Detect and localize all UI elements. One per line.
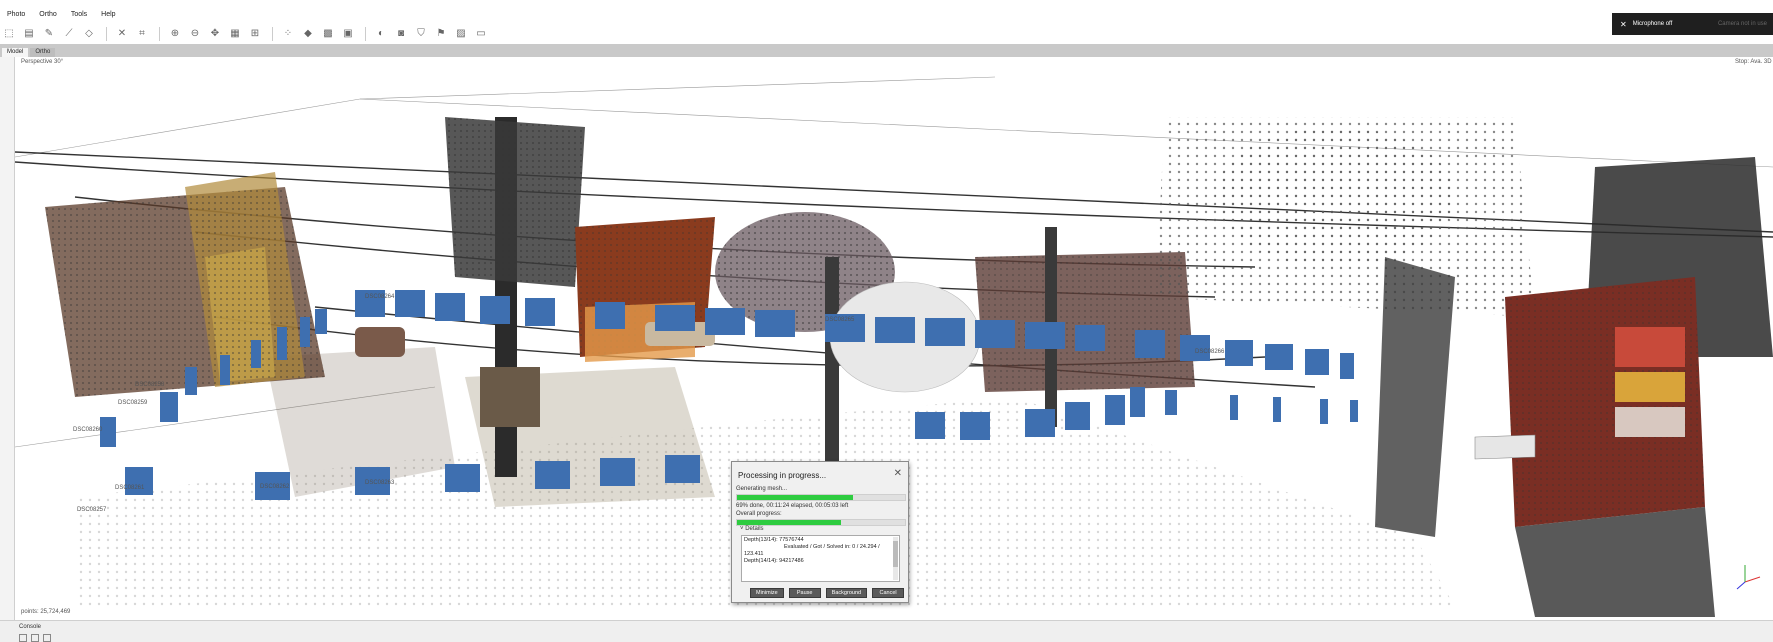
toolbar-separator <box>106 26 107 41</box>
axes-gizmo <box>1736 565 1761 590</box>
menu-tools[interactable]: Tools <box>64 11 94 18</box>
menu-help[interactable]: Help <box>94 11 122 18</box>
menu-ortho[interactable]: Ortho <box>32 11 64 18</box>
dialog-title: Processing in progress... <box>738 471 827 480</box>
camera-label: DSC08259 <box>118 400 148 406</box>
crop-icon[interactable]: ⌗ <box>133 25 151 43</box>
toolbar-separator <box>365 26 366 41</box>
task-status: 69% done, 00:11:24 elapsed, 00:05:03 lef… <box>736 503 849 509</box>
select-icon[interactable]: ⬚ <box>0 25 18 43</box>
camera-label: DSC08261 <box>115 485 145 491</box>
view-tabs: Model Ortho <box>0 44 1773 57</box>
tab-model[interactable]: Model <box>2 48 29 57</box>
delete-icon[interactable]: ✕ <box>113 25 131 43</box>
left-buildings <box>45 172 325 397</box>
pause-button[interactable]: Pause <box>788 588 821 598</box>
grid-icon[interactable]: ⊞ <box>246 25 264 43</box>
camera-label: DSC08264 <box>365 294 395 300</box>
left-panel <box>0 57 15 620</box>
camera-label: DSC08265 <box>825 317 855 323</box>
mesh-icon[interactable]: ◆ <box>299 25 317 43</box>
processing-dialog: Processing in progress... ✕ Generating m… <box>731 461 909 603</box>
pawn-shop-building <box>1474 277 1715 617</box>
markers-icon[interactable]: ⚑ <box>432 25 450 43</box>
open-project-icon[interactable]: ▤ <box>20 25 38 43</box>
details-log[interactable]: Depth(13/14): 77576744 Evaluated / Got /… <box>741 535 900 582</box>
shading-icon[interactable]: ◐ <box>372 25 390 43</box>
chevron-down-icon: ˅ <box>740 526 744 532</box>
task-progress-bar <box>736 494 906 501</box>
details-toggle[interactable]: ˅ Details <box>740 526 764 532</box>
toolbar-separator <box>272 26 273 41</box>
move-icon[interactable]: ✥ <box>206 25 224 43</box>
image-icon[interactable]: ▨ <box>452 25 470 43</box>
log-line: Depth(13/14): 77576744 <box>744 537 804 543</box>
close-icon[interactable]: ✕ <box>894 468 902 479</box>
camera-icon[interactable]: ◙ <box>392 25 410 43</box>
camera-label: DSC08260 <box>73 427 103 433</box>
navigation-icon[interactable]: ▦ <box>226 25 244 43</box>
task-label: Generating mesh... <box>736 486 788 492</box>
camera-label: DSC08263 <box>365 480 395 486</box>
toolbar-separator <box>159 26 160 41</box>
point-cloud-icon[interactable]: ⁘ <box>279 25 297 43</box>
camera-label: DSC08257 <box>77 507 107 513</box>
main-toolbar: ⬚ ▤ ✎ ⟋ ◇ ✕ ⌗ ⊕ ⊖ ✥ ▦ ⊞ ⁘ ◆ ▩ ▣ ◐ ◙ ⛉ ⚑ … <box>0 23 1773 45</box>
log-line: Depth(14/14): 94217486 <box>744 558 804 564</box>
console-panel: Console <box>0 620 1773 642</box>
background-button[interactable]: Background <box>825 588 868 598</box>
task-progress-fill <box>737 495 853 500</box>
camera-label: DSC08266 <box>1195 349 1225 355</box>
stereo-label: Stop: Ava. 3D <box>1735 59 1772 65</box>
details-scrollbar[interactable] <box>893 537 898 580</box>
minimize-button[interactable]: Minimize <box>750 588 784 598</box>
console-label: Console <box>19 624 42 630</box>
tab-ortho[interactable]: Ortho <box>30 48 56 57</box>
dialog-buttons: Minimize Pause Background Cancel <box>750 588 905 598</box>
menu-bar: Photo Ortho Tools Help <box>0 7 1773 22</box>
menu-photo[interactable]: Photo <box>0 11 32 18</box>
cancel-button[interactable]: Cancel <box>872 588 905 598</box>
overall-progress-fill <box>737 520 842 525</box>
log-line: 123.411 <box>744 551 764 557</box>
details-label: Details <box>745 526 764 532</box>
overall-progress-label: Overall progress: <box>736 511 782 517</box>
paint-icon[interactable]: ✎ <box>40 25 58 43</box>
shield-icon[interactable]: ⛉ <box>412 25 430 43</box>
ruler-icon[interactable]: ⟋ <box>60 25 78 43</box>
zoom-in-icon[interactable]: ⊕ <box>166 25 184 43</box>
tiled-model-icon[interactable]: ▣ <box>339 25 357 43</box>
camera-label: DSC08258 <box>135 382 165 388</box>
camera-label: DSC08262 <box>260 484 290 490</box>
overall-progress-bar <box>736 519 906 526</box>
eraser-icon[interactable]: ◇ <box>80 25 98 43</box>
texture-icon[interactable]: ▩ <box>319 25 337 43</box>
zoom-out-icon[interactable]: ⊖ <box>186 25 204 43</box>
log-line: Evaluated / Got / Solved in: 0 / 24.294 … <box>784 544 880 550</box>
points-count-label: points: 25,724,469 <box>21 609 71 615</box>
panel-icon[interactable]: ▭ <box>472 25 490 43</box>
projection-label: Perspective 30° <box>21 59 64 65</box>
